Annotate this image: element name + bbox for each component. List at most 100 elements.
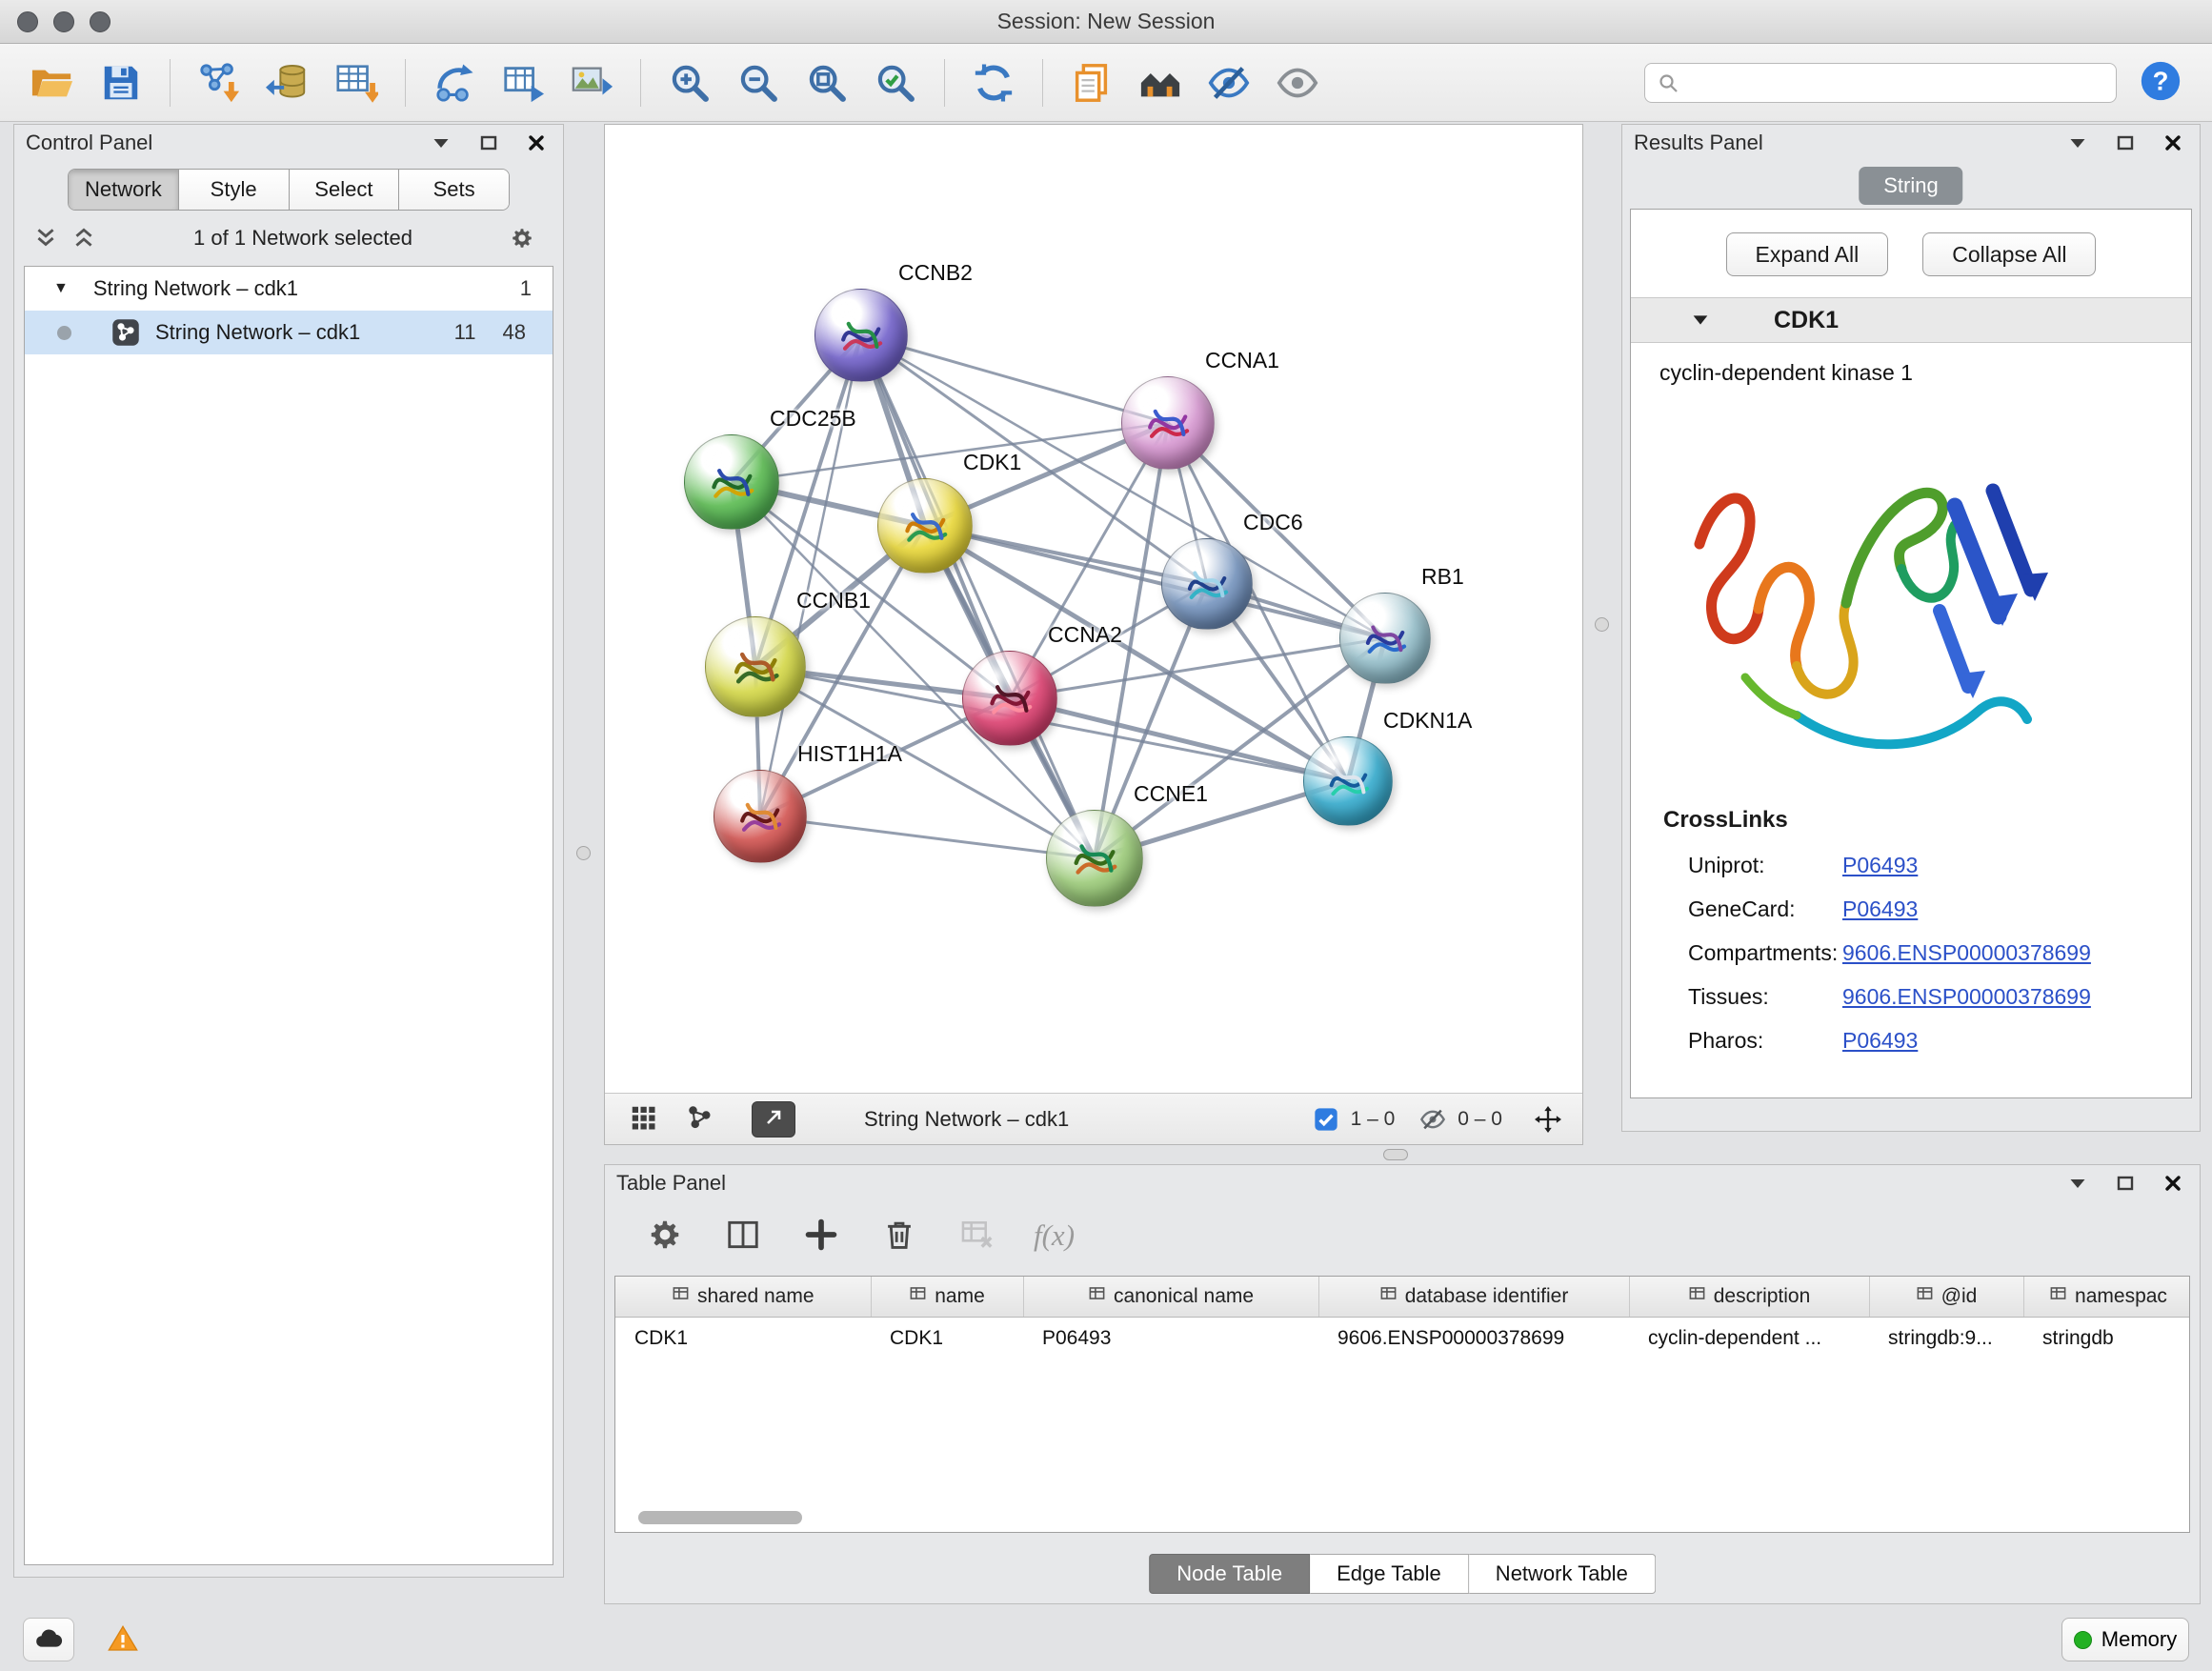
- network-node-ccna2[interactable]: [962, 651, 1057, 746]
- collapse-panel-icon[interactable]: [2061, 1169, 2095, 1198]
- close-window-icon[interactable]: [17, 11, 38, 32]
- table-cell[interactable]: stringdb: [2023, 1317, 2190, 1360]
- network-node-hist1h1a[interactable]: [714, 770, 807, 863]
- table-cell[interactable]: 9606.ENSP00000378699: [1318, 1317, 1629, 1360]
- detach-view-button[interactable]: [752, 1101, 795, 1137]
- collapse-panel-icon[interactable]: [2061, 129, 2095, 157]
- zoom-fit-button[interactable]: [797, 53, 856, 112]
- new-network-button[interactable]: [425, 53, 484, 112]
- network-node-ccnb1[interactable]: [705, 616, 806, 717]
- help-button[interactable]: ?: [2138, 60, 2183, 106]
- expand-all-button[interactable]: Expand All: [1726, 232, 1889, 276]
- tab-edge-table[interactable]: Edge Table: [1310, 1554, 1469, 1594]
- table-row[interactable]: CDK1CDK1P064939606.ENSP00000378699cyclin…: [615, 1317, 2190, 1360]
- network-node-cdk1[interactable]: [877, 478, 973, 574]
- grid-view-button[interactable]: [622, 1100, 664, 1138]
- tab-node-table[interactable]: Node Table: [1149, 1554, 1310, 1594]
- hide-selected-button[interactable]: [1199, 53, 1258, 112]
- network-node-ccne1[interactable]: [1046, 810, 1143, 907]
- trash-button[interactable]: [877, 1214, 921, 1258]
- columns-button[interactable]: [721, 1214, 765, 1258]
- network-edge-cdk1-rb1[interactable]: [925, 526, 1385, 638]
- string-tab-badge[interactable]: String: [1859, 167, 1962, 205]
- show-all-button[interactable]: [1268, 53, 1327, 112]
- search-input[interactable]: [1687, 70, 2104, 95]
- open-session-button[interactable]: [23, 53, 82, 112]
- close-panel-icon[interactable]: [519, 129, 553, 157]
- zoom-selected-button[interactable]: [866, 53, 925, 112]
- save-session-button[interactable]: [91, 53, 151, 112]
- plus-button[interactable]: [799, 1214, 843, 1258]
- crosslink-link[interactable]: P06493: [1842, 853, 1918, 878]
- column-header--id[interactable]: @id: [1869, 1277, 2023, 1317]
- selected-items-checkbox-icon[interactable]: [1313, 1106, 1339, 1133]
- right-splitter-handle[interactable]: [1595, 617, 1609, 632]
- column-header-namespac[interactable]: namespac: [2023, 1277, 2190, 1317]
- memory-button[interactable]: Memory: [2061, 1618, 2189, 1661]
- network-canvas[interactable]: CCNB2CCNA1CDC25BCDK1CDC6RB1CCNB1CCNA2CDK…: [605, 125, 1582, 1093]
- horizontal-scrollbar-thumb[interactable]: [638, 1511, 802, 1524]
- birds-eye-view-button[interactable]: [1131, 53, 1190, 112]
- crosslink-link[interactable]: 9606.ENSP00000378699: [1842, 940, 2091, 966]
- column-header-canonical-name[interactable]: canonical name: [1023, 1277, 1318, 1317]
- search-box[interactable]: [1644, 63, 2117, 103]
- expand-tree-icon[interactable]: [33, 226, 58, 251]
- network-row-selected[interactable]: String Network – cdk1 11 48: [25, 311, 553, 354]
- apply-layout-button[interactable]: [964, 53, 1023, 112]
- export-image-button[interactable]: [562, 53, 621, 112]
- crosslink-link[interactable]: P06493: [1842, 1028, 1918, 1054]
- float-panel-icon[interactable]: [472, 129, 506, 157]
- network-node-ccna1[interactable]: [1121, 376, 1215, 470]
- gene-section-header[interactable]: CDK1: [1631, 297, 2191, 343]
- collapse-tree-icon[interactable]: [71, 226, 96, 251]
- table-cell[interactable]: CDK1: [615, 1317, 871, 1360]
- close-panel-icon[interactable]: [2156, 129, 2190, 157]
- import-network-from-file-button[interactable]: [190, 53, 249, 112]
- gear-button[interactable]: [643, 1214, 687, 1258]
- table-delete-button[interactable]: [955, 1214, 999, 1258]
- crosslink-link[interactable]: 9606.ENSP00000378699: [1842, 984, 2091, 1010]
- warnings-button[interactable]: [97, 1618, 149, 1661]
- table-cell[interactable]: P06493: [1023, 1317, 1318, 1360]
- network-options-button[interactable]: [510, 222, 544, 254]
- tab-select[interactable]: Select: [289, 170, 399, 210]
- copy-view-button[interactable]: [1062, 53, 1121, 112]
- import-network-from-database-button[interactable]: [258, 53, 317, 112]
- column-header-shared-name[interactable]: shared name: [615, 1277, 871, 1317]
- minimize-window-icon[interactable]: [53, 11, 74, 32]
- cloud-button[interactable]: [23, 1618, 74, 1661]
- column-header-description[interactable]: description: [1629, 1277, 1869, 1317]
- table-cell[interactable]: cyclin-dependent ...: [1629, 1317, 1869, 1360]
- float-panel-icon[interactable]: [2108, 129, 2142, 157]
- new-table-button[interactable]: [493, 53, 553, 112]
- hidden-items-eye-icon[interactable]: [1419, 1106, 1446, 1133]
- column-header-name[interactable]: name: [871, 1277, 1023, 1317]
- network-collection-row[interactable]: ▼ String Network – cdk1 1: [25, 267, 553, 311]
- network-edge-ccnb2-ccne1[interactable]: [861, 335, 1095, 858]
- network-edge-hist1h1a-ccne1[interactable]: [760, 816, 1095, 858]
- collapse-panel-icon[interactable]: [424, 129, 458, 157]
- bottom-splitter-handle[interactable]: [1383, 1149, 1408, 1160]
- network-node-cdkn1a[interactable]: [1303, 736, 1393, 826]
- tab-network[interactable]: Network: [69, 170, 178, 210]
- zoom-window-icon[interactable]: [90, 11, 111, 32]
- tab-style[interactable]: Style: [178, 170, 289, 210]
- table-cell[interactable]: stringdb:9...: [1869, 1317, 2023, 1360]
- column-header-database-identifier[interactable]: database identifier: [1318, 1277, 1629, 1317]
- zoom-in-button[interactable]: [660, 53, 719, 112]
- tab-network-table[interactable]: Network Table: [1469, 1554, 1656, 1594]
- import-table-from-file-button[interactable]: [327, 53, 386, 112]
- network-node-rb1[interactable]: [1339, 593, 1431, 684]
- network-node-ccnb2[interactable]: [814, 289, 908, 382]
- function-builder-button[interactable]: f(x): [1034, 1218, 1075, 1253]
- collapse-all-button[interactable]: Collapse All: [1922, 232, 2096, 276]
- table-cell[interactable]: CDK1: [871, 1317, 1023, 1360]
- network-node-cdc25b[interactable]: [684, 434, 779, 530]
- tab-sets[interactable]: Sets: [398, 170, 509, 210]
- network-edge-ccnb2-ccna1[interactable]: [861, 335, 1168, 423]
- reposition-button[interactable]: [1527, 1100, 1569, 1138]
- network-node-cdc6[interactable]: [1161, 538, 1253, 630]
- close-panel-icon[interactable]: [2156, 1169, 2190, 1198]
- crosslink-link[interactable]: P06493: [1842, 896, 1918, 922]
- zoom-out-button[interactable]: [729, 53, 788, 112]
